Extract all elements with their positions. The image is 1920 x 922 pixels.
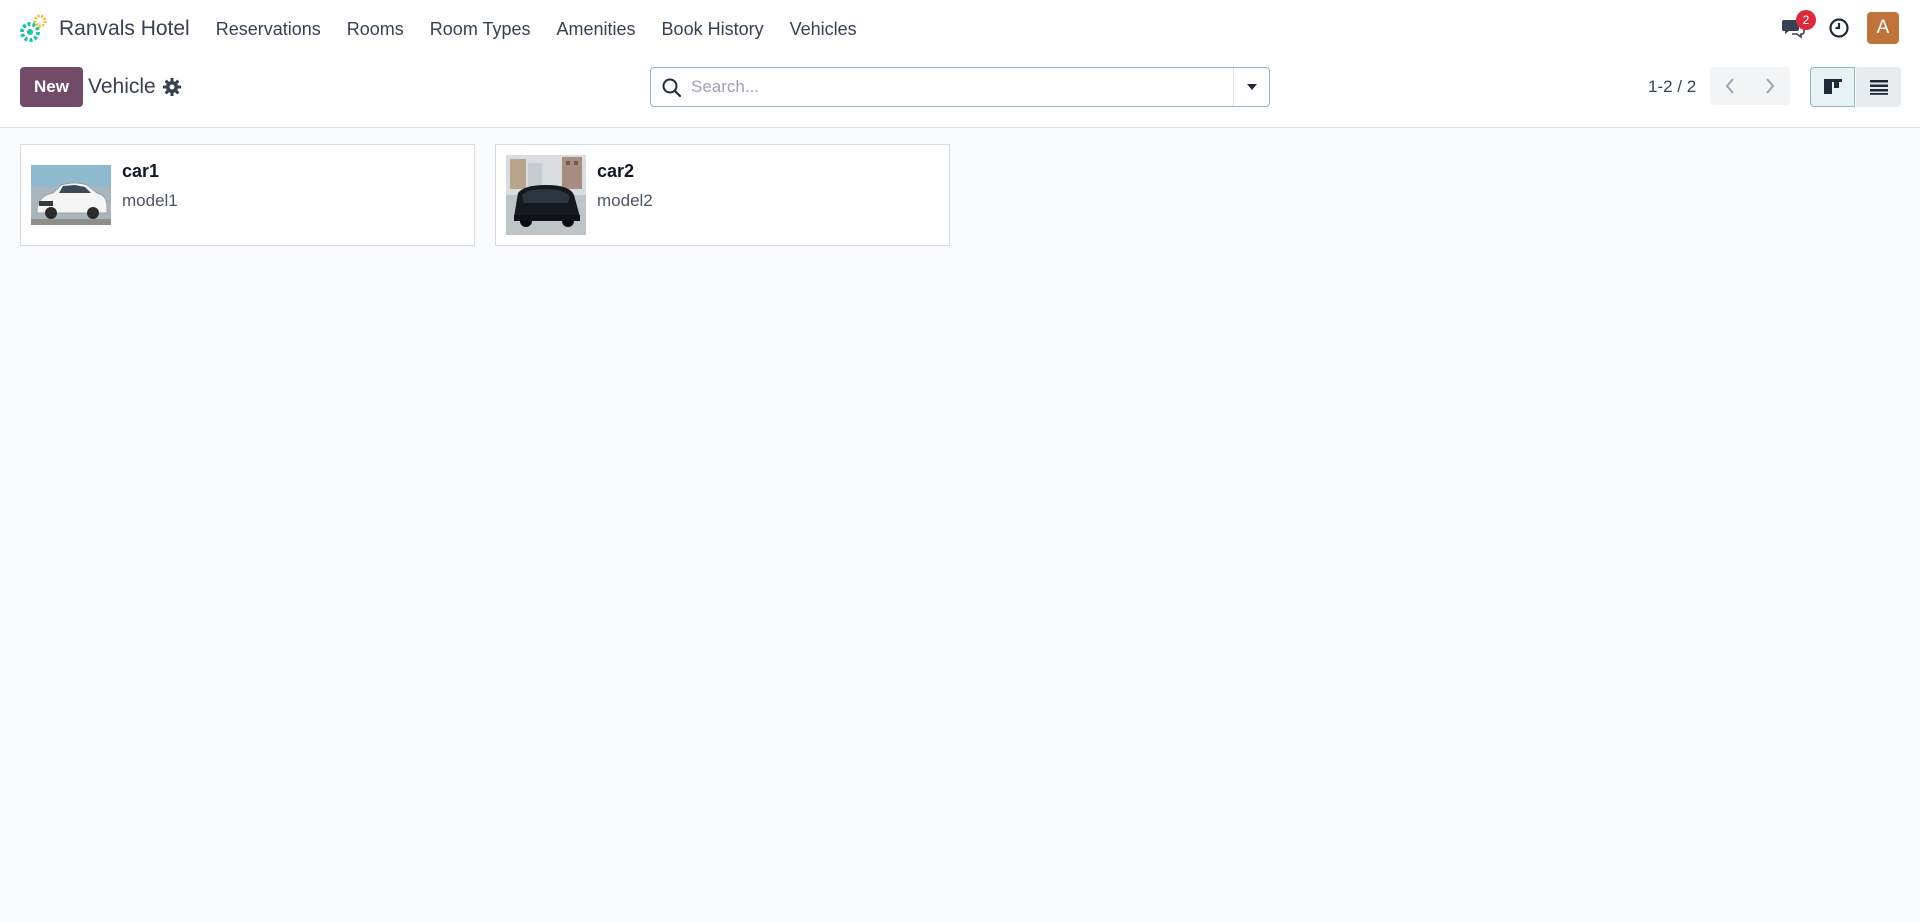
vehicle-name: car1 [122,161,160,181]
search-options-toggle[interactable] [1233,68,1269,106]
messages-count-badge: 2 [1796,10,1816,30]
vehicle-card[interactable]: car2 model2 [495,144,950,246]
menu-item-room-types[interactable]: Room Types [430,19,531,40]
menu-item-vehicles[interactable]: Vehicles [790,19,857,40]
menu-item-book-history[interactable]: Book History [662,19,764,40]
list-view-button[interactable] [1856,67,1901,107]
clock-icon[interactable] [1823,12,1855,44]
app-logo-icon [18,12,50,46]
kanban-icon [1823,79,1842,94]
vehicle-name: car2 [597,161,635,181]
vehicle-model: model2 [597,191,653,210]
vehicle-photo [31,155,111,235]
top-navbar: Ranvals Hotel Reservations Rooms Room Ty… [0,0,1920,58]
list-icon [1869,80,1888,95]
systray: 2 A [1777,10,1899,44]
gear-icon[interactable] [162,77,182,97]
main-menu: Reservations Rooms Room Types Amenities … [216,19,883,40]
chevron-left-icon [1725,78,1734,94]
search-icon [661,77,683,99]
vehicle-photo [506,155,586,235]
kanban-view-button[interactable] [1810,67,1855,107]
search-input[interactable] [691,73,1191,101]
vehicle-model: model1 [122,191,178,210]
menu-item-reservations[interactable]: Reservations [216,19,321,40]
messages-icon[interactable]: 2 [1777,10,1816,44]
app-name: Ranvals Hotel [59,17,190,40]
brand[interactable]: Ranvals Hotel [18,12,190,46]
menu-item-rooms[interactable]: Rooms [347,19,404,40]
menu-item-amenities[interactable]: Amenities [557,19,636,40]
user-avatar[interactable]: A [1867,12,1899,44]
chevron-right-icon [1766,78,1775,94]
new-button[interactable]: New [20,67,83,107]
page-title: Vehicle [88,75,156,98]
control-panel: New Vehicle Search... 1-2 / 2 [0,58,1920,128]
vehicle-card[interactable]: car1 model1 [20,144,475,246]
search-bar [650,67,1270,107]
pager-previous-button[interactable] [1710,67,1750,105]
caret-down-icon [1246,84,1257,90]
pager-next-button[interactable] [1750,67,1790,105]
pager-value[interactable]: 1-2 / 2 [1648,77,1696,97]
